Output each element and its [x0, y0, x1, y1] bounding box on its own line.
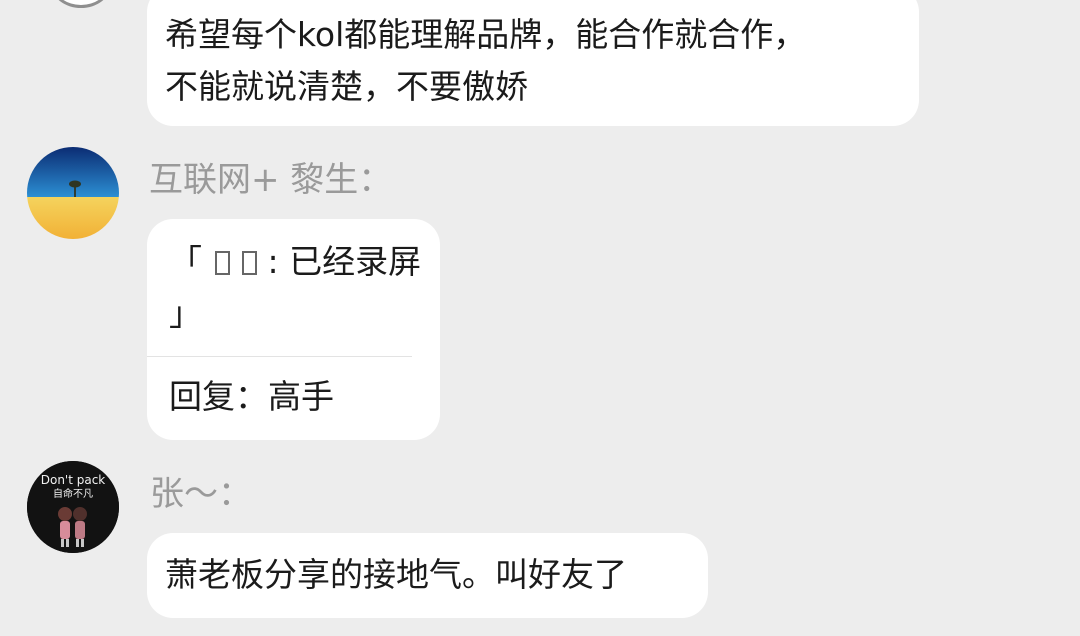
avatar[interactable] — [27, 147, 119, 239]
avatar-caption-2: 自命不凡 — [53, 487, 93, 500]
sender-name: 张～： — [150, 474, 252, 514]
unknown-glyph-icon — [242, 251, 257, 275]
couple-avatar-icon: Don't pack 自命不凡 — [27, 461, 119, 553]
reply-text: 回复：高手 — [169, 377, 334, 416]
avatar[interactable]: Don't pack 自命不凡 — [27, 461, 119, 553]
unknown-glyph-icon — [214, 251, 230, 275]
avatar-caption-1: Don't pack — [41, 473, 106, 487]
reply-bubble[interactable]: 「 : 已经录屏 」 回复：高手 — [147, 219, 440, 440]
message-bubble[interactable]: 希望每个kol都能理解品牌，能合作就合作， 不能就说清楚，不要傲娇 — [147, 0, 919, 126]
sunset-tree-avatar-icon — [27, 147, 119, 239]
quoted-message: 「 : 已经录屏 」 — [169, 242, 422, 333]
sender-name: 互联网+ 黎生： — [149, 160, 393, 200]
message-text-line-2: 不能就说清楚，不要傲娇 — [165, 67, 528, 106]
reply-divider — [147, 356, 412, 357]
message-text-line-1: 希望每个kol都能理解品牌，能合作就合作， — [165, 15, 807, 54]
message-bubble[interactable]: 萧老板分享的接地气。叫好友了 — [147, 533, 708, 618]
avatar[interactable] — [52, 0, 110, 8]
message-text: 萧老板分享的接地气。叫好友了 — [165, 555, 627, 594]
